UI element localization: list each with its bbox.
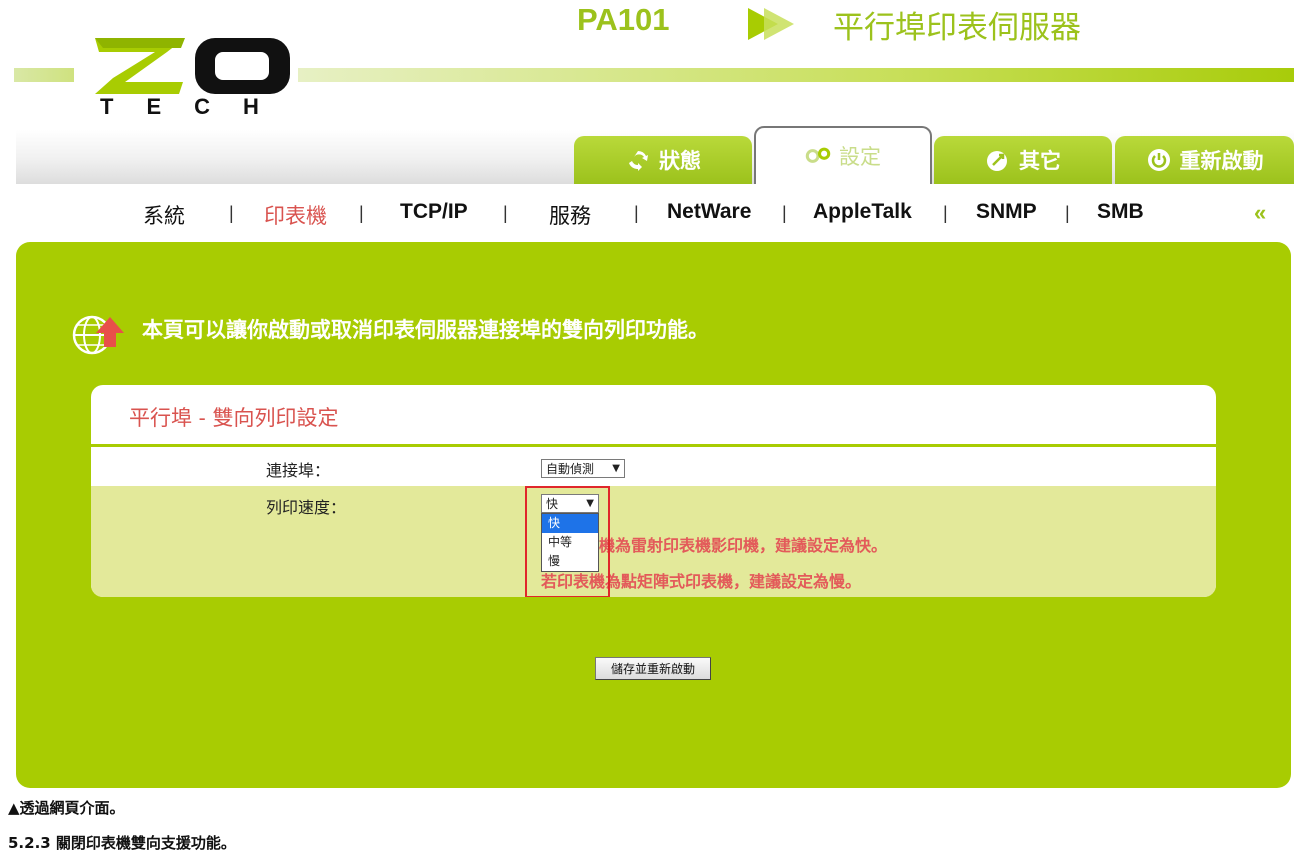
- model-name: PA101: [577, 2, 670, 37]
- page-description: 本頁可以讓你啟動或取消印表伺服器連接埠的雙向列印功能。: [142, 317, 709, 342]
- subnav-separator: |: [359, 203, 364, 223]
- subnav-services[interactable]: 服務: [549, 200, 591, 230]
- subnav-printer[interactable]: 印表機: [264, 200, 327, 230]
- subnav-separator: |: [782, 203, 787, 223]
- section-divider: [91, 444, 1216, 447]
- speed-label: 列印速度：: [266, 498, 347, 517]
- recycle-icon: [629, 151, 648, 171]
- select-arrow-icon: ▼: [612, 463, 620, 474]
- subnav-smb[interactable]: SMB: [1097, 200, 1144, 224]
- tab-restart[interactable]: 重新啟動: [1115, 136, 1294, 184]
- subnav-netware[interactable]: NetWare: [667, 200, 751, 224]
- save-restart-button[interactable]: 儲存並重新啟動: [595, 657, 711, 680]
- subnav-separator: |: [634, 203, 639, 223]
- caption-line2: 5.2.3 關閉印表機雙向支援功能。: [8, 834, 236, 852]
- header-band-left: [14, 68, 74, 82]
- globe-upload-icon: [72, 315, 124, 355]
- subnav-appletalk[interactable]: AppleTalk: [813, 200, 912, 224]
- tab-status[interactable]: 狀態: [574, 136, 752, 184]
- tab-other-label: 其它: [1019, 148, 1061, 173]
- tab-settings-label: 設定: [839, 145, 881, 169]
- section-title: 平行埠 - 雙向列印設定: [129, 406, 339, 430]
- port-label: 連接埠：: [266, 461, 331, 480]
- power-icon: [1147, 149, 1170, 171]
- speed-row: 列印速度： 機為雷射印表機影印機，建議設定為快。 若印表機為點矩陣式印表機，建議…: [91, 486, 1216, 597]
- port-row: 連接埠： 自動偵測 ▼: [91, 452, 1216, 486]
- subnav-snmp[interactable]: SNMP: [976, 200, 1037, 224]
- subnav-separator: |: [1065, 203, 1070, 223]
- settings-box: 平行埠 - 雙向列印設定 連接埠： 自動偵測 ▼ 列印速度： 機為雷射印表機影印…: [91, 385, 1216, 597]
- header-band-right: [298, 68, 1294, 82]
- globe-arrow-icon: [987, 151, 1007, 171]
- tab-restart-label: 重新啟動: [1179, 148, 1264, 173]
- caption-line1: ▲透過網頁介面。: [8, 799, 125, 817]
- hint-laser: 機為雷射印表機影印機，建議設定為快。: [599, 536, 888, 555]
- product-name: 平行埠印表伺服器: [833, 10, 1081, 46]
- logo-tech-text: TECH: [100, 94, 292, 119]
- subnav-separator: |: [943, 203, 948, 223]
- subnav-separator: |: [229, 203, 234, 223]
- subnav-tcpip[interactable]: TCP/IP: [400, 200, 468, 224]
- play-arrow-icon: [748, 8, 794, 40]
- subnav: 系統 | 印表機 | TCP/IP | 服務 | NetWare | Apple…: [0, 196, 1303, 230]
- port-select[interactable]: 自動偵測 ▼: [541, 459, 625, 478]
- subnav-more-arrow-icon[interactable]: «: [1254, 200, 1266, 226]
- subnav-system[interactable]: 系統: [143, 200, 185, 230]
- tab-other[interactable]: 其它: [934, 136, 1112, 184]
- gears-icon: [805, 147, 831, 163]
- highlight-frame: [525, 486, 610, 597]
- subnav-separator: |: [503, 203, 508, 223]
- port-select-value: 自動偵測: [546, 462, 595, 476]
- tab-status-label: 狀態: [659, 148, 701, 173]
- tab-settings[interactable]: 設定: [754, 126, 932, 184]
